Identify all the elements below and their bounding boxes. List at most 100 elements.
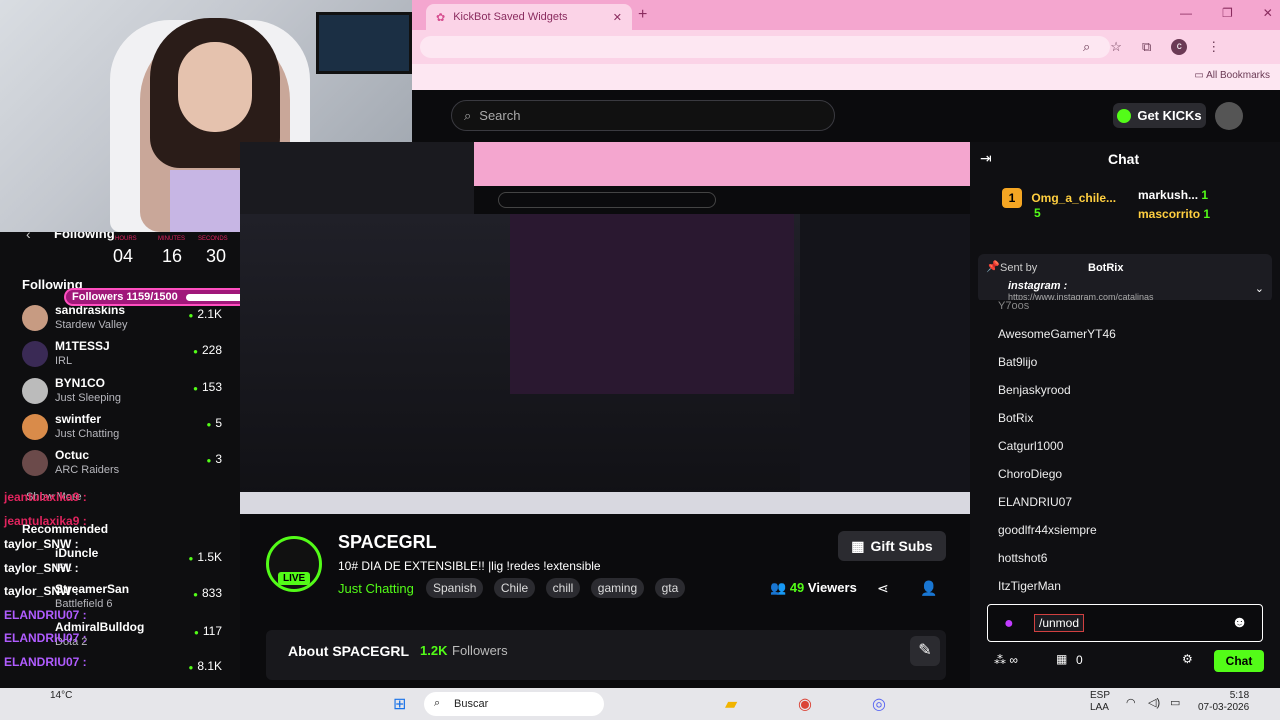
list-item[interactable]: AwesomeGamerYT46 (998, 327, 1116, 341)
chat-collapse-icon[interactable]: ⇥ (980, 150, 992, 167)
timer-label-seconds: SECONDS (198, 236, 228, 242)
tab-close-icon[interactable]: ✕ (613, 11, 622, 24)
file-explorer-icon[interactable]: ▰ (725, 694, 737, 714)
channel-name[interactable]: SPACEGRL (338, 532, 437, 553)
windows-taskbar: 14°C ⊞ ⌕ Buscar ▰ ◉ ◎ ESP LAA ◠ ◁) ▭ 5:1… (0, 688, 1280, 720)
avatar (22, 414, 48, 440)
list-item[interactable]: ItzTigerMan (998, 579, 1061, 593)
zoom-icon[interactable]: ⌕ (1083, 39, 1090, 55)
kicks-infinity-icon[interactable]: ⁂ ∞ (994, 653, 1018, 667)
tag-gaming[interactable]: gaming (590, 578, 645, 598)
share-icon[interactable]: ⋖ (877, 580, 889, 597)
webcam-face (178, 42, 252, 132)
gift-icon[interactable]: ▦ (1056, 652, 1067, 666)
timer-seconds: 30 (206, 246, 227, 266)
tag-gta[interactable]: gta (654, 578, 686, 598)
about-title: About SPACEGRL (288, 643, 410, 659)
overlay-chat-line: jeantulaxika9 : (4, 490, 87, 504)
list-item[interactable]: ELANDRIU07 (998, 495, 1072, 509)
chat-input-text: /unmod (1034, 614, 1085, 632)
chat-input[interactable]: ● /unmod ☻ (987, 604, 1263, 642)
new-tab-button[interactable]: + (638, 6, 647, 24)
discord-icon[interactable]: ◎ (872, 694, 886, 714)
list-item[interactable]: BotRix (998, 411, 1033, 425)
subathon-timer: HOURS MINUTES SECONDS 04 16 30 (105, 236, 235, 276)
top-gifter-3[interactable]: mascorrito 1 (1138, 207, 1210, 221)
extensions-icon[interactable]: ⧉ (1142, 39, 1151, 55)
list-item[interactable]: ChoroDiego (998, 467, 1062, 481)
list-item[interactable]: Catgurl1000 (998, 439, 1063, 453)
window-controls: — ❐ ✕ (1180, 6, 1273, 20)
microphone-icon[interactable]: ● (1004, 615, 1014, 633)
all-bookmarks-folder[interactable]: ▭ All Bookmarks (1194, 70, 1270, 81)
search-input[interactable]: ⌕ Search (451, 100, 835, 131)
sidebar-item-m1tessj[interactable]: M1TESSJ IRL 228 (20, 339, 230, 373)
sidebar-item-byn1co[interactable]: BYN1CO Just Sleeping 153 (20, 376, 230, 410)
timer-hours: 04 (113, 246, 134, 266)
chevron-down-icon[interactable]: ⌄ (1255, 282, 1264, 295)
avatar (22, 378, 48, 404)
nested-taskbar (240, 492, 970, 514)
kicks-icon (1117, 108, 1132, 123)
sidebar-item-sandraskins[interactable]: sandraskins Stardew Valley 2.1K (20, 303, 230, 337)
kicks-count: 0 (1076, 653, 1083, 667)
emoji-icon[interactable]: ☻ (1231, 614, 1248, 632)
tab-title: KickBot Saved Widgets (453, 11, 568, 23)
pin-icon: 📌 (986, 261, 1000, 273)
chat-title: Chat (1108, 151, 1140, 167)
list-item[interactable]: hottshot6 (998, 551, 1047, 565)
tag-spanish[interactable]: Spanish (426, 578, 484, 598)
edit-pencil-icon[interactable]: ✎ (910, 636, 940, 666)
about-followers-count: 1.2K (420, 643, 448, 658)
browser-tab[interactable]: ✿ KickBot Saved Widgets ✕ (426, 4, 632, 30)
search-icon: ⌕ (434, 697, 441, 709)
battery-icon[interactable]: ▭ (1170, 696, 1180, 709)
overlay-chat-line: taylor_SNW : (4, 537, 79, 551)
viewers-icon: 👥 (770, 580, 787, 595)
url-input[interactable] (420, 36, 1110, 58)
clock[interactable]: 5:18 07-03-2026 (1198, 690, 1249, 714)
search-placeholder: Search (479, 108, 521, 123)
follow-icon[interactable]: 👤 (920, 580, 937, 597)
stream-category[interactable]: Just Chatting (338, 581, 414, 596)
list-item[interactable]: Benjaskyrood (998, 383, 1071, 397)
wifi-icon[interactable]: ◠ (1126, 696, 1136, 709)
top-gifter-2[interactable]: markush... 1 (1138, 188, 1208, 202)
taskbar-search-label: Buscar (454, 698, 489, 710)
list-item[interactable]: goodlfr44xsiempre (998, 523, 1097, 537)
timer-label-minutes: MINUTES (158, 236, 185, 242)
get-kicks-button[interactable]: Get KICKs (1113, 103, 1206, 128)
tag-chill[interactable]: chill (545, 578, 581, 598)
chat-send-button[interactable]: Chat (1214, 650, 1264, 672)
restore-icon[interactable]: ❐ (1222, 6, 1233, 20)
bookmark-star-icon[interactable]: ☆ (1110, 39, 1122, 55)
sidebar-item-octuc[interactable]: Octuc ARC Raiders 3 (20, 448, 230, 482)
tag-chile[interactable]: Chile (493, 578, 536, 598)
close-window-icon[interactable]: ✕ (1263, 6, 1273, 20)
gear-icon[interactable]: ⚙ (1182, 652, 1193, 666)
avatar (22, 450, 48, 476)
profile-avatar[interactable]: c (1171, 39, 1188, 55)
pinned-text: instagram : (1008, 280, 1068, 292)
gift-subs-button[interactable]: ▦ Gift Subs (838, 531, 946, 561)
weather-widget[interactable]: 14°C (50, 690, 72, 701)
language-indicator[interactable]: ESP LAA (1090, 690, 1110, 714)
user-avatar[interactable] (1215, 102, 1243, 130)
list-item[interactable]: Bat9lijo (998, 355, 1037, 369)
list-item[interactable]: Y7oos (998, 300, 1029, 312)
stream-tags: Spanish Chile chill gaming gta (426, 578, 691, 598)
start-icon[interactable]: ⊞ (393, 694, 406, 714)
live-badge: LIVE (278, 572, 311, 585)
sidebar-item-swintfer[interactable]: swintfer Just Chatting 5 (20, 412, 230, 446)
stream-info: LIVE SPACEGRL 10# DIA DE EXTENSIBLE!! |l… (240, 514, 970, 688)
bookmarks-bar: ▭ All Bookmarks (412, 64, 1280, 90)
taskbar-search[interactable]: ⌕ Buscar (424, 692, 604, 716)
chrome-icon[interactable]: ◉ (798, 694, 812, 714)
top-gifter-1[interactable]: 1 Omg_a_chile... 5 (1002, 188, 1116, 220)
minimize-icon[interactable]: — (1180, 6, 1192, 20)
avatar (22, 305, 48, 331)
webcam-tv (316, 12, 412, 74)
menu-kebab-icon[interactable]: ⋮ (1207, 39, 1220, 55)
nested-pink-strip (510, 214, 794, 394)
volume-icon[interactable]: ◁) (1148, 696, 1160, 709)
